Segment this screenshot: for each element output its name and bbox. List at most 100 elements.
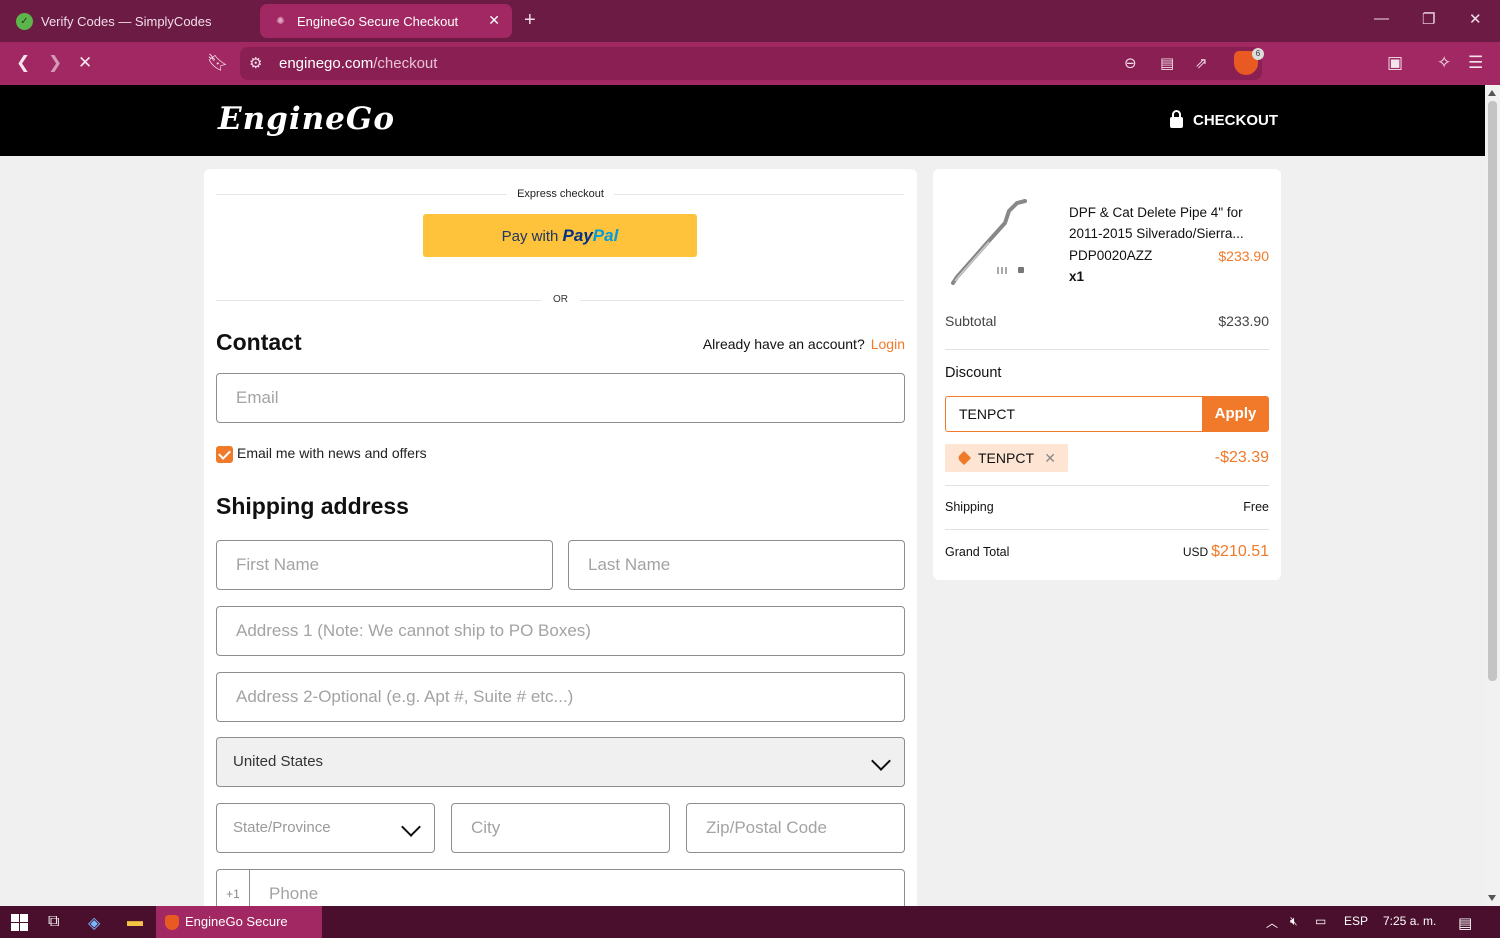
- lock-icon: [1170, 110, 1183, 128]
- shield-count-badge: 6: [1252, 48, 1264, 60]
- minimize-icon[interactable]: —: [1374, 10, 1389, 27]
- applied-coupon-chip: TENPCT ✕: [945, 444, 1068, 472]
- tab-label: EngineGo Secure Checkout: [297, 13, 459, 29]
- or-separator: OR: [204, 294, 917, 305]
- city-field[interactable]: City: [451, 803, 670, 853]
- discount-amount: -$23.39: [1214, 449, 1269, 466]
- bookmark-icon[interactable]: 🔖︎: [207, 53, 229, 73]
- remove-coupon-icon[interactable]: ✕: [1044, 444, 1056, 472]
- reader-mode-icon[interactable]: ▤: [1160, 54, 1174, 72]
- clock[interactable]: 7:25 a. m.: [1383, 914, 1436, 928]
- brave-shields-icon[interactable]: 6: [1234, 48, 1264, 75]
- paypal-logo-pal: Pal: [592, 226, 619, 245]
- url-text[interactable]: enginego.com/checkout: [279, 55, 437, 72]
- discount-title: Discount: [945, 365, 1002, 381]
- first-name-field[interactable]: First Name: [216, 540, 553, 590]
- new-tab-button[interactable]: +: [524, 9, 536, 31]
- shipping-address-title: Shipping address: [216, 493, 409, 519]
- restore-icon[interactable]: ❐: [1422, 10, 1435, 28]
- taskbar-app-label: EngineGo Secure Che...: [185, 914, 288, 929]
- browser-tab-bar: ✓ Verify Codes — SimplyCodes ✺ EngineGo …: [0, 0, 1500, 42]
- share-icon[interactable]: ⇗: [1195, 54, 1208, 72]
- zip-field[interactable]: Zip/Postal Code: [686, 803, 905, 853]
- taskbar-app-brave[interactable]: EngineGo Secure Che...: [156, 906, 322, 938]
- newsletter-label: Email me with news and offers: [237, 445, 427, 461]
- product-sku: PDP0020AZZ: [1069, 248, 1153, 263]
- site-settings-icon[interactable]: ⚙: [249, 54, 262, 72]
- paypal-button[interactable]: Pay with PayPal: [423, 214, 697, 257]
- order-summary-card: DPF & Cat Delete Pipe 4" for 2011-2015 S…: [933, 169, 1281, 580]
- phone-placeholder: Phone: [269, 884, 319, 903]
- enginego-logo[interactable]: EngineGo: [218, 101, 395, 137]
- address1-field[interactable]: Address 1 (Note: We cannot ship to PO Bo…: [216, 606, 905, 656]
- notifications-icon[interactable]: ▤: [1458, 914, 1472, 932]
- discount-code-input[interactable]: TENPCT: [945, 396, 1203, 432]
- paypal-logo-pay: Pay: [562, 226, 593, 245]
- product-name: DPF & Cat Delete Pipe 4" for 2011-2015 S…: [1069, 205, 1244, 241]
- leo-ai-icon[interactable]: ✧: [1437, 53, 1451, 73]
- express-checkout-label: Express checkout: [204, 188, 917, 200]
- country-select[interactable]: United States: [216, 737, 905, 787]
- grand-total-value: $210.51: [1211, 543, 1269, 560]
- scroll-up-icon[interactable]: [1488, 90, 1496, 96]
- product-price: $233.90: [1218, 248, 1269, 264]
- account-prompt-text: Already have an account?: [702, 336, 865, 352]
- currency-code: USD: [1182, 545, 1209, 559]
- divider: [945, 349, 1269, 350]
- task-view-icon[interactable]: ⧉: [48, 913, 59, 931]
- checkout-form-card: Express checkout Pay with PayPal OR Cont…: [204, 169, 917, 919]
- state-placeholder: State/Province: [233, 819, 331, 836]
- contact-title: Contact: [216, 329, 302, 355]
- divider: [945, 485, 1269, 486]
- zoom-icon[interactable]: ⊖: [1124, 54, 1137, 72]
- tag-icon: [956, 450, 972, 466]
- brave-icon: [165, 915, 179, 930]
- header-checkout: CHECKOUT: [1170, 110, 1278, 129]
- page-scrollbar[interactable]: [1485, 85, 1500, 906]
- product-quantity: x1: [1069, 269, 1085, 284]
- grand-total: USD $210.51: [1183, 543, 1269, 561]
- stop-loading-icon[interactable]: ✕: [78, 53, 92, 73]
- file-explorer-icon[interactable]: ▬: [127, 913, 143, 931]
- product-image: [951, 199, 1027, 285]
- forward-icon[interactable]: ❯: [48, 53, 62, 73]
- paypal-prefix: Pay with: [501, 228, 559, 245]
- back-icon[interactable]: ❮: [16, 53, 30, 73]
- simplycodes-favicon-icon: ✓: [16, 12, 33, 30]
- subtotal-value: $233.90: [1218, 313, 1269, 329]
- chevron-down-icon: [871, 751, 891, 771]
- windows-start-icon[interactable]: [11, 914, 28, 931]
- site-header: EngineGo CHECKOUT: [0, 85, 1485, 156]
- tray-chevron-icon[interactable]: ︿: [1266, 914, 1278, 931]
- close-window-icon[interactable]: ✕: [1469, 10, 1482, 28]
- language-indicator[interactable]: ESP: [1344, 914, 1368, 928]
- address2-field[interactable]: Address 2-Optional (e.g. Apt #, Suite # …: [216, 672, 905, 722]
- network-icon[interactable]: ▭: [1315, 914, 1326, 928]
- volume-muted-icon[interactable]: 🔇︎: [1290, 914, 1298, 929]
- last-name-field[interactable]: Last Name: [568, 540, 905, 590]
- copilot-icon[interactable]: ◈: [88, 913, 100, 933]
- tab-simplycodes[interactable]: ✓ Verify Codes — SimplyCodes: [6, 4, 254, 38]
- tab-close-icon[interactable]: ✕: [488, 12, 500, 29]
- url-domain: enginego.com: [279, 55, 374, 72]
- chevron-down-icon: [401, 817, 421, 837]
- tab-label: Verify Codes — SimplyCodes: [41, 13, 212, 29]
- menu-icon[interactable]: ☰: [1468, 53, 1483, 73]
- checkout-label: CHECKOUT: [1193, 112, 1278, 129]
- tab-enginego-checkout[interactable]: ✺ EngineGo Secure Checkout ✕: [260, 4, 512, 38]
- apply-discount-button[interactable]: Apply: [1202, 396, 1269, 432]
- scroll-down-icon[interactable]: [1488, 895, 1496, 901]
- address-bar[interactable]: ⚙ enginego.com/checkout ⊖ ▤ ⇗ 6: [240, 47, 1264, 80]
- url-path: /checkout: [373, 55, 438, 72]
- account-prompt: Already have an account? Login: [703, 336, 905, 352]
- newsletter-checkbox[interactable]: [216, 446, 233, 463]
- shipping-value: Free: [1243, 500, 1269, 514]
- sidebar-icon[interactable]: ▣: [1387, 53, 1403, 73]
- applied-coupon-code: TENPCT: [978, 450, 1034, 466]
- country-value: United States: [233, 753, 324, 770]
- divider: [945, 529, 1269, 530]
- state-select[interactable]: State/Province: [216, 803, 435, 853]
- login-link[interactable]: Login: [871, 336, 905, 352]
- email-field[interactable]: Email: [216, 373, 905, 423]
- scroll-thumb[interactable]: [1488, 101, 1497, 681]
